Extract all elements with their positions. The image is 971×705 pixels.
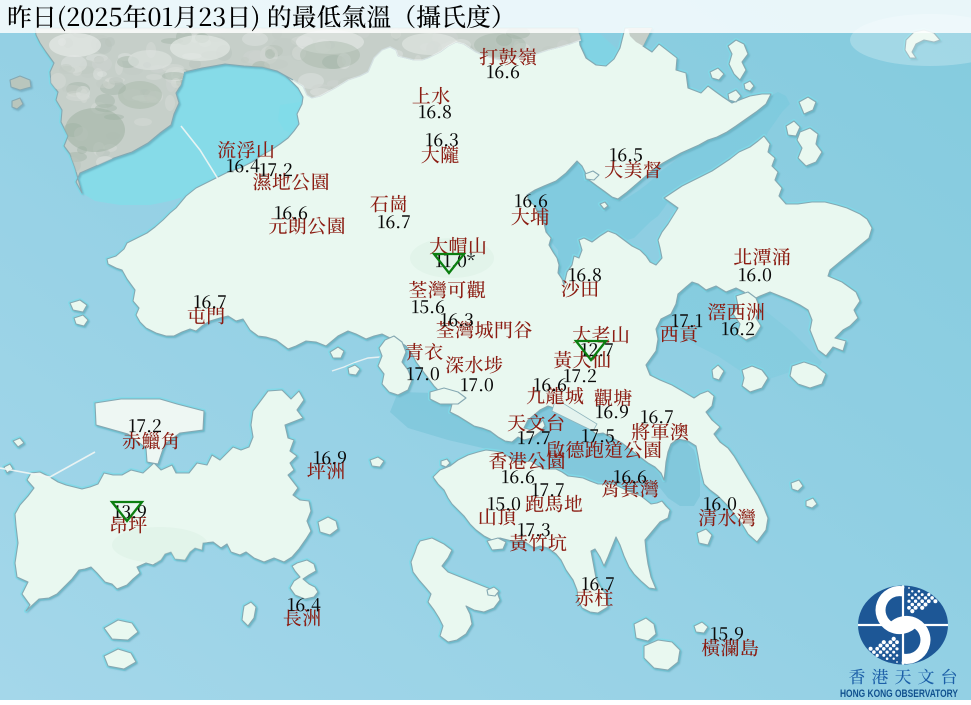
svg-text:HONG KONG OBSERVATORY: HONG KONG OBSERVATORY [840,688,958,700]
